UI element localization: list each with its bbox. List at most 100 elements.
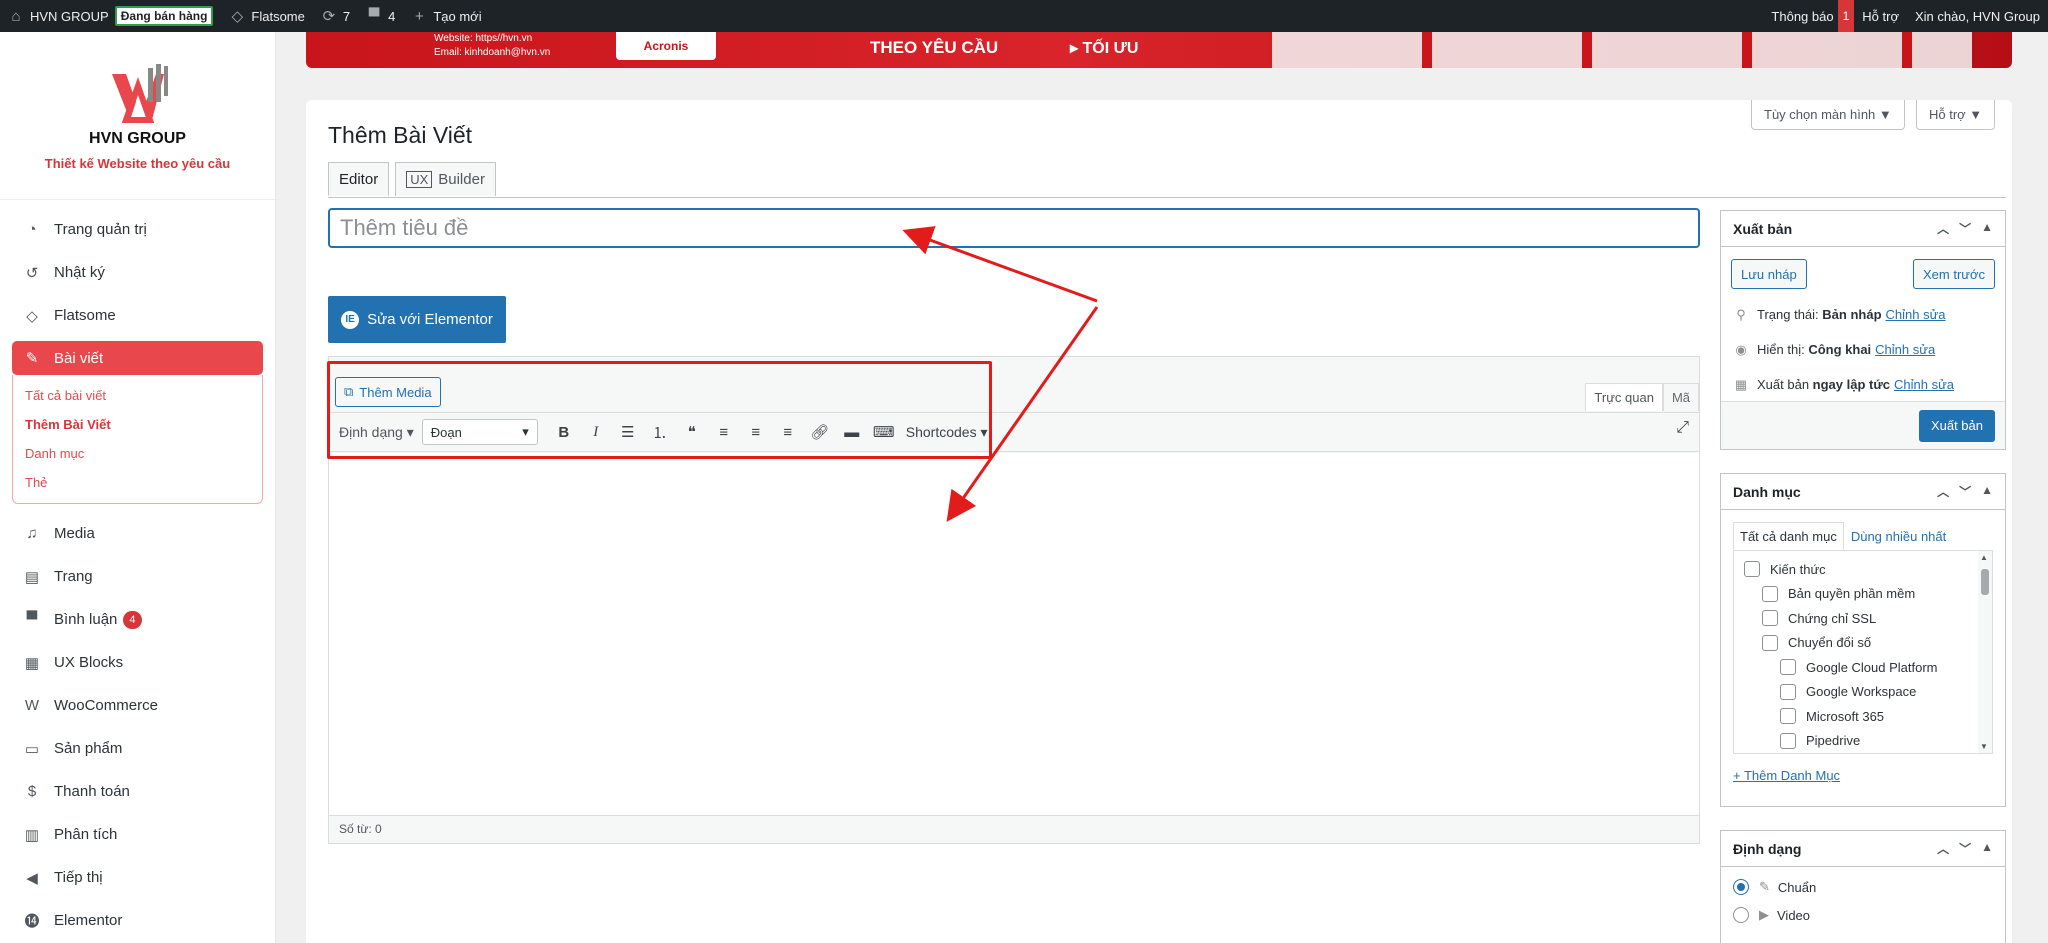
edit-with-elementor-button[interactable]: IE Sửa với Elementor — [328, 296, 506, 343]
bold-button[interactable]: B — [548, 417, 580, 447]
format-radio[interactable] — [1733, 879, 1749, 895]
sidebar-item-analytics[interactable]: ▥ Phân tích — [0, 813, 275, 856]
help-tab-button[interactable]: Hỗ trợ ▼ — [1916, 100, 1996, 130]
post-title-input[interactable] — [328, 208, 1700, 248]
new-content-menu[interactable]: + Tạo mới — [403, 0, 489, 32]
align-right-button[interactable]: ≡ — [772, 417, 804, 447]
screen-options-button[interactable]: Tùy chọn màn hình ▼ — [1751, 100, 1905, 130]
category-checkbox[interactable] — [1780, 708, 1796, 725]
shortcodes-label: Shortcodes — [905, 423, 977, 440]
category-checkbox[interactable] — [1762, 610, 1778, 627]
edit-status-link[interactable]: Chỉnh sửa — [1886, 307, 1946, 322]
help-menu[interactable]: Hỗ trợ — [1854, 0, 1907, 32]
sidebar-item-pages[interactable]: ▤ Trang — [0, 555, 275, 598]
category-checkbox[interactable] — [1762, 585, 1778, 602]
move-up-icon[interactable]: ︿ — [1937, 840, 1949, 857]
add-media-button[interactable]: ⧉ Thêm Media — [335, 377, 441, 407]
italic-button[interactable]: I — [580, 417, 612, 447]
format-dropdown[interactable]: Định dạng ▾ — [339, 424, 414, 441]
shortcodes-dropdown[interactable]: Shortcodes ▾ — [906, 424, 988, 441]
notifications-menu[interactable]: Thông báo 1 — [1763, 0, 1855, 32]
scroll-thumb[interactable] — [1981, 569, 1989, 595]
banner-headline: THEO YÊU CẦU — [870, 38, 999, 57]
sidebar-item-woocommerce[interactable]: W WooCommerce — [0, 684, 275, 727]
tab-ux-builder[interactable]: UX Builder — [395, 162, 496, 196]
tab-code[interactable]: Mã — [1662, 383, 1699, 411]
sidebar-item-media[interactable]: ♫ Media — [0, 512, 275, 555]
tab-visual[interactable]: Trực quan — [1585, 383, 1663, 411]
category-item[interactable]: Google Cloud Platform — [1734, 655, 1992, 680]
theme-menu[interactable]: ◇ Flatsome — [221, 0, 312, 32]
fullscreen-button[interactable]: ⤢ — [1676, 419, 1689, 437]
sidebar-item-posts[interactable]: ✎ Bài viết — [12, 341, 263, 375]
sidebar-item-dashboard[interactable]: ◔ Trang quản trị — [0, 208, 275, 251]
numbered-list-button[interactable]: ⒈ — [644, 417, 676, 447]
submenu-categories[interactable]: Danh mục — [13, 439, 262, 468]
schedule-value: ngay lập tức — [1812, 377, 1890, 392]
collapse-icon[interactable]: ▲ — [1981, 840, 1993, 857]
submenu-tags[interactable]: Thẻ — [13, 468, 262, 497]
edit-schedule-link[interactable]: Chỉnh sửa — [1894, 377, 1954, 392]
category-item[interactable]: Chuyển đổi số — [1734, 631, 1992, 656]
comments-menu[interactable]: ▀ 4 — [358, 0, 403, 32]
site-menu[interactable]: ⌂ HVN GROUP Đang bán hàng — [0, 0, 221, 32]
move-down-icon[interactable]: ﹀ — [1959, 483, 1971, 500]
category-scrollbar[interactable]: ▲ ▼ — [1978, 551, 1992, 753]
move-up-icon[interactable]: ︿ — [1937, 483, 1949, 500]
category-item[interactable]: Kiến thức — [1734, 557, 1992, 582]
category-checkbox[interactable] — [1780, 732, 1796, 749]
move-down-icon[interactable]: ﹀ — [1959, 840, 1971, 857]
sidebar-item-products[interactable]: ▭ Sản phẩm — [0, 727, 275, 770]
collapse-icon[interactable]: ▲ — [1981, 220, 1993, 237]
promo-banner[interactable]: Website: https//hvn.vn Email: kinhdoanh@… — [306, 32, 2012, 68]
read-more-button[interactable]: ▬ — [836, 417, 868, 447]
tab-most-used[interactable]: Dùng nhiều nhất — [1844, 522, 1953, 550]
toolbar-toggle-button[interactable]: ⌨ — [868, 417, 900, 447]
category-checkbox[interactable] — [1780, 683, 1796, 700]
save-draft-button[interactable]: Lưu nháp — [1731, 259, 1807, 289]
tab-all-categories[interactable]: Tất cả danh mục — [1733, 522, 1844, 550]
move-down-icon[interactable]: ﹀ — [1959, 220, 1971, 237]
sidebar-item-payments[interactable]: $ Thanh toán — [0, 770, 275, 813]
category-checkbox[interactable] — [1780, 659, 1796, 676]
category-checkbox[interactable] — [1744, 561, 1760, 578]
align-center-button[interactable]: ≡ — [740, 417, 772, 447]
sidebar-item-ux-blocks[interactable]: ▦ UX Blocks — [0, 641, 275, 684]
preview-button[interactable]: Xem trước — [1912, 259, 1995, 289]
insert-link-button[interactable]: 🔗︎ — [804, 417, 836, 447]
updates-menu[interactable]: ⟳ 7 — [313, 0, 358, 32]
move-up-icon[interactable]: ︿ — [1937, 220, 1949, 237]
category-label: Chuyển đổi số — [1788, 635, 1872, 651]
account-menu[interactable]: Xin chào, HVN Group — [1907, 0, 2048, 32]
block-format-select[interactable]: Đoạn ▾ — [421, 419, 538, 445]
sidebar-item-history[interactable]: ↺ Nhật ký — [0, 251, 275, 294]
format-option-standard[interactable]: ✎ Chuẩn — [1721, 873, 2005, 901]
sidebar-item-elementor[interactable]: ⓮ Elementor — [0, 899, 275, 942]
edit-visibility-link[interactable]: Chỉnh sửa — [1875, 342, 1935, 357]
publish-button[interactable]: Xuất bản — [1918, 409, 1995, 442]
add-new-category-link[interactable]: + Thêm Danh Mục — [1721, 754, 2005, 797]
sidebar-item-marketing[interactable]: ◀ Tiếp thị — [0, 856, 275, 899]
submenu-add-post[interactable]: Thêm Bài Viết — [13, 410, 262, 439]
format-radio[interactable] — [1733, 907, 1749, 923]
collapse-icon[interactable]: ▲ — [1981, 483, 1993, 500]
sidebar-item-flatsome[interactable]: ◇ Flatsome — [0, 294, 275, 337]
category-label: Google Workspace — [1806, 684, 1917, 700]
category-item[interactable]: Google Workspace — [1734, 680, 1992, 705]
tab-editor[interactable]: Editor — [328, 162, 390, 196]
category-checkbox[interactable] — [1762, 634, 1778, 651]
category-item[interactable]: Bản quyền phần mềm — [1734, 582, 1992, 607]
blockquote-button[interactable]: ❝ — [676, 417, 708, 447]
editor-content-area[interactable] — [329, 453, 1699, 815]
category-item[interactable]: Microsoft 365 — [1734, 704, 1992, 729]
submenu-all-posts[interactable]: Tất cả bài viết — [13, 381, 262, 410]
hvn-logo-icon — [111, 64, 168, 123]
category-item[interactable]: Chứng chỉ SSL — [1734, 606, 1992, 631]
bullet-list-button[interactable]: ☰ — [612, 417, 644, 447]
sidebar-item-comments[interactable]: ▀ Bình luận 4 — [0, 598, 275, 641]
admin-menu: ◔ Trang quản trị ↺ Nhật ký ◇ Flatsome ✎ Bài … — [0, 208, 275, 942]
format-option-video[interactable]: ▶ Video — [1721, 901, 2005, 929]
align-left-button[interactable]: ≡ — [708, 417, 740, 447]
category-item[interactable]: Pipedrive — [1734, 729, 1992, 754]
category-checklist[interactable]: Kiến thức Bản quyền phần mềm Chứng chỉ SSL… — [1733, 550, 1993, 754]
